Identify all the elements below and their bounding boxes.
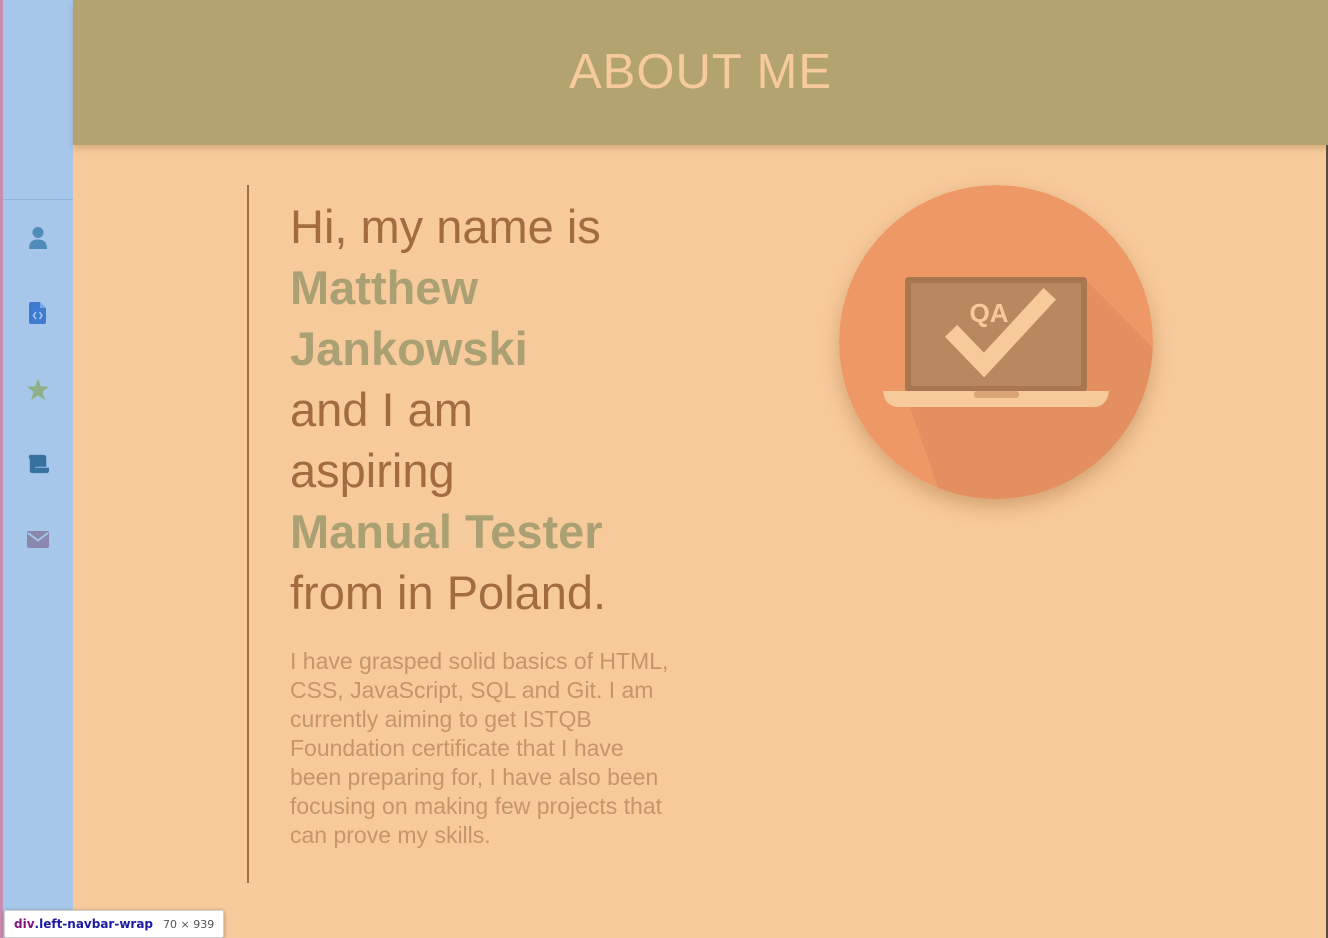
nav-projects-file-code-icon[interactable] bbox=[25, 300, 51, 326]
nav-skills-star-icon[interactable] bbox=[25, 376, 51, 402]
devtools-element-tooltip: div .left-navbar-wrap 70 × 939 bbox=[4, 910, 225, 938]
navbar-divider bbox=[3, 199, 73, 200]
nav-experience-scroll-icon[interactable] bbox=[25, 451, 51, 477]
intro-heading: Hi, my name is Matthew Jankowski and I a… bbox=[290, 196, 710, 623]
bio-paragraph: I have grasped solid basics of HTML, CSS… bbox=[290, 648, 669, 848]
page: ABOUT ME Hi, my name is Matthew Jankowsk… bbox=[0, 0, 1328, 938]
tooltip-size: 70 × 939 bbox=[163, 917, 215, 931]
nav-about-user-icon[interactable] bbox=[25, 225, 51, 251]
vertical-divider bbox=[247, 185, 249, 883]
nav-contact-envelope-icon[interactable] bbox=[25, 526, 51, 552]
intro-and-i-am: and I am bbox=[290, 383, 473, 436]
page-title: ABOUT ME bbox=[568, 44, 833, 99]
qa-label: QA bbox=[970, 298, 1009, 328]
intro-greeting: Hi, my name is bbox=[290, 200, 601, 253]
intro-last-name: Jankowski bbox=[290, 322, 528, 375]
page-header: ABOUT ME bbox=[73, 0, 1328, 145]
intro-aspiring: aspiring bbox=[290, 444, 455, 497]
intro-location: from in Poland. bbox=[290, 566, 607, 619]
tooltip-class: .left-navbar-wrap bbox=[34, 917, 154, 931]
intro-role: Manual Tester bbox=[290, 505, 603, 558]
qa-laptop-image: QA bbox=[839, 185, 1153, 499]
intro-first-name: Matthew bbox=[290, 261, 478, 314]
left-navbar bbox=[0, 0, 73, 938]
tooltip-tag: div bbox=[14, 917, 35, 931]
